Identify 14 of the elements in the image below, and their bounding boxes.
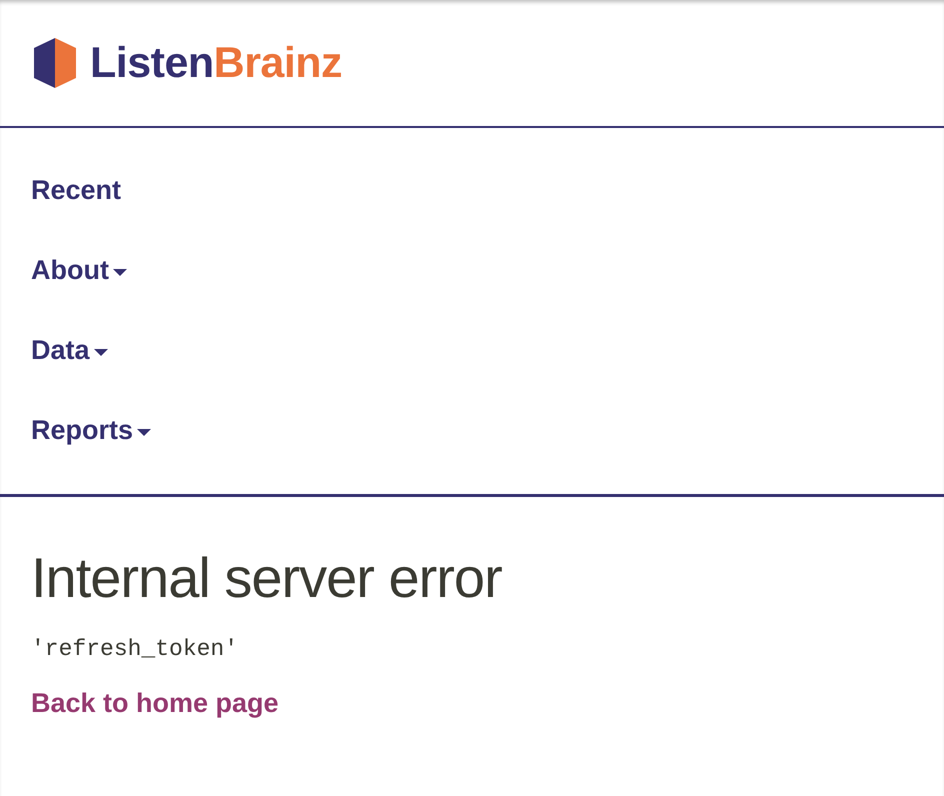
- caret-icon: [112, 268, 127, 276]
- home-link[interactable]: Back to home page: [31, 688, 279, 719]
- caret-icon: [94, 348, 108, 356]
- caret-icon: [137, 428, 152, 436]
- nav-link[interactable]: Data: [31, 310, 108, 390]
- nav-link[interactable]: Reports: [31, 390, 152, 470]
- hexagon-logo-icon: [32, 38, 78, 88]
- logo-link[interactable]: ListenBrainz: [90, 38, 342, 88]
- error-heading: Internal server error: [31, 545, 502, 610]
- nav-link[interactable]: About: [31, 230, 127, 310]
- nav-link[interactable]: Recent: [31, 150, 122, 230]
- logo-word: Listen: [90, 38, 214, 86]
- error-message: 'refresh_token': [31, 636, 238, 662]
- logo-word: Brainz: [214, 38, 342, 86]
